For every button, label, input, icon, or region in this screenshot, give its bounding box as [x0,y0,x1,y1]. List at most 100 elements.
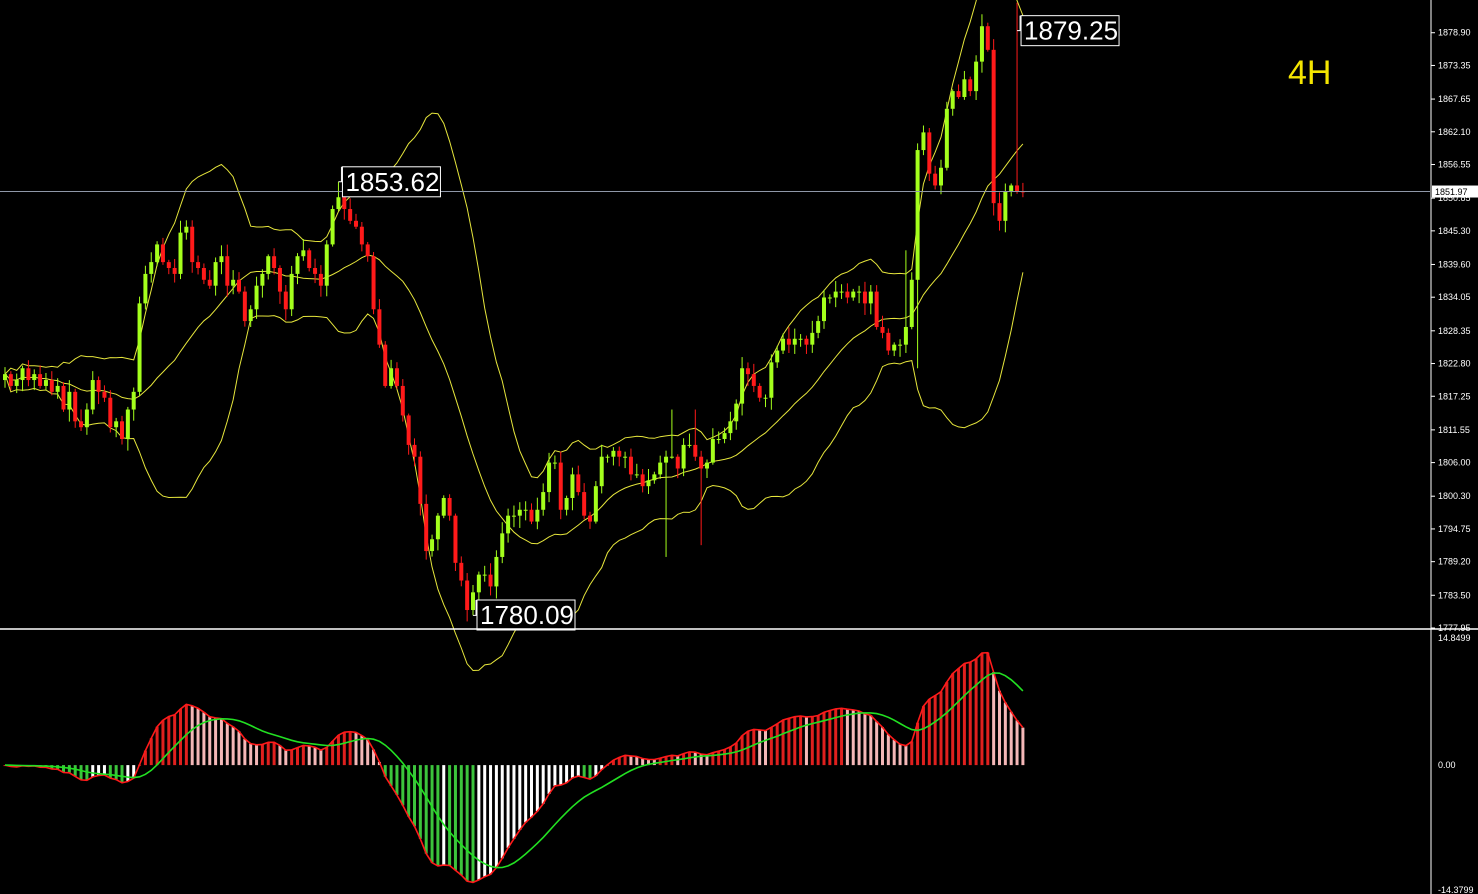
candle-body [125,409,130,440]
candle-body [43,380,48,386]
macd-histogram-bar [459,765,463,876]
macd-histogram-bar [892,739,896,766]
macd-histogram-bar [799,716,803,766]
candle-body [909,279,914,327]
candle-body [757,385,762,398]
candle-body [675,456,680,469]
macd-histogram-bar [769,727,773,766]
macd-histogram-bar [278,745,282,766]
candle-body [868,291,873,304]
candle-body [120,421,124,440]
macd-histogram-bar [179,708,182,766]
candle-body [687,444,692,446]
macd-histogram-bar [448,765,452,866]
macd-histogram-bar [641,758,645,766]
candle-body [827,297,832,299]
candle-body [348,209,353,221]
macd-histogram-bar [243,738,247,766]
macd-histogram-bar [114,765,118,780]
candle-body [465,580,470,611]
macd-histogram-bar [951,673,955,766]
candle-body [254,285,259,310]
macd-histogram-bar [559,765,563,786]
candle-body [582,492,587,516]
candle-body [313,268,318,274]
macd-histogram-bar [155,726,159,766]
macd-histogram-bar [898,744,902,766]
macd-histogram-bar [296,747,299,766]
macd-histogram-bar [980,653,984,766]
macd-histogram-bar [758,729,762,766]
candle-body [108,397,113,428]
candle-body [184,226,189,233]
macd-histogram-bar [418,765,422,839]
macd-histogram-bar [547,765,551,794]
candle-body [523,509,528,511]
candle-body [605,456,610,458]
candle [944,101,949,171]
candle-body [435,515,440,540]
candle-body [699,456,704,469]
candle-body [664,456,669,463]
candle-body [652,474,657,481]
candle-body [740,368,745,404]
macd-histogram-bar [208,716,212,766]
macd-histogram-bar [775,723,779,766]
macd-histogram-bar [284,750,288,766]
macd-histogram-bar [494,765,498,868]
candle [424,494,429,560]
price-tick-label: 1800.30 [1438,491,1471,501]
candle [985,22,990,52]
candle-body [716,439,721,441]
candle-body [178,232,183,274]
candle-body [371,256,376,310]
candle-body [851,291,856,298]
macd-histogram-bar [342,732,346,766]
macd-histogram-bar [524,765,528,823]
candle-body [599,456,604,487]
macd-histogram-bar [442,765,446,866]
macd-histogram-bar [623,755,627,766]
macd-histogram-bar [91,765,95,777]
price-tick-label: 1828.35 [1438,326,1471,336]
candle-body [166,262,171,269]
price-chart-stage[interactable]: 1853.62 1780.09 1879.25 1878.90 1873.35 1867… [0,0,1478,894]
macd-histogram-bar [196,708,200,766]
macd-histogram-bar [272,742,276,766]
candle-body [459,562,464,581]
macd-histogram-bar [430,765,434,863]
candle-body [693,444,698,457]
price-tick-label: 1856.55 [1438,160,1471,170]
macd-histogram-bar [307,745,311,766]
candle-body [570,474,575,498]
candle-body [383,344,388,386]
candle-body [32,374,37,381]
macd-histogram-bar [395,765,399,795]
price-tick-label: 1783.50 [1438,590,1471,600]
candle-body [447,497,452,516]
macd-histogram-bar [588,765,592,780]
candle-body [775,350,780,363]
candle-body [634,474,639,476]
macd-tick-label: -14.3799 [1438,885,1474,894]
macd-histogram-bar [325,747,329,766]
candle-body [394,368,399,386]
candle-body [991,49,996,204]
macd-histogram-bar [851,709,855,766]
candle-body [84,409,89,428]
macd-histogram-bar [260,744,264,766]
candle-body [38,374,43,386]
macd-histogram-bar [336,735,340,766]
candle [593,481,598,524]
macd-histogram-bar [413,765,416,827]
candle-body [617,450,622,457]
macd-histogram-bar [219,718,223,766]
candle-body [921,132,926,151]
macd-tick-label: 0.00 [1438,760,1456,770]
macd-histogram-bar [986,652,990,766]
candle-body [242,291,247,322]
macd-histogram-bar [453,765,457,871]
candle-body [1015,185,1020,192]
candle [330,205,335,247]
candle-body [20,368,25,381]
